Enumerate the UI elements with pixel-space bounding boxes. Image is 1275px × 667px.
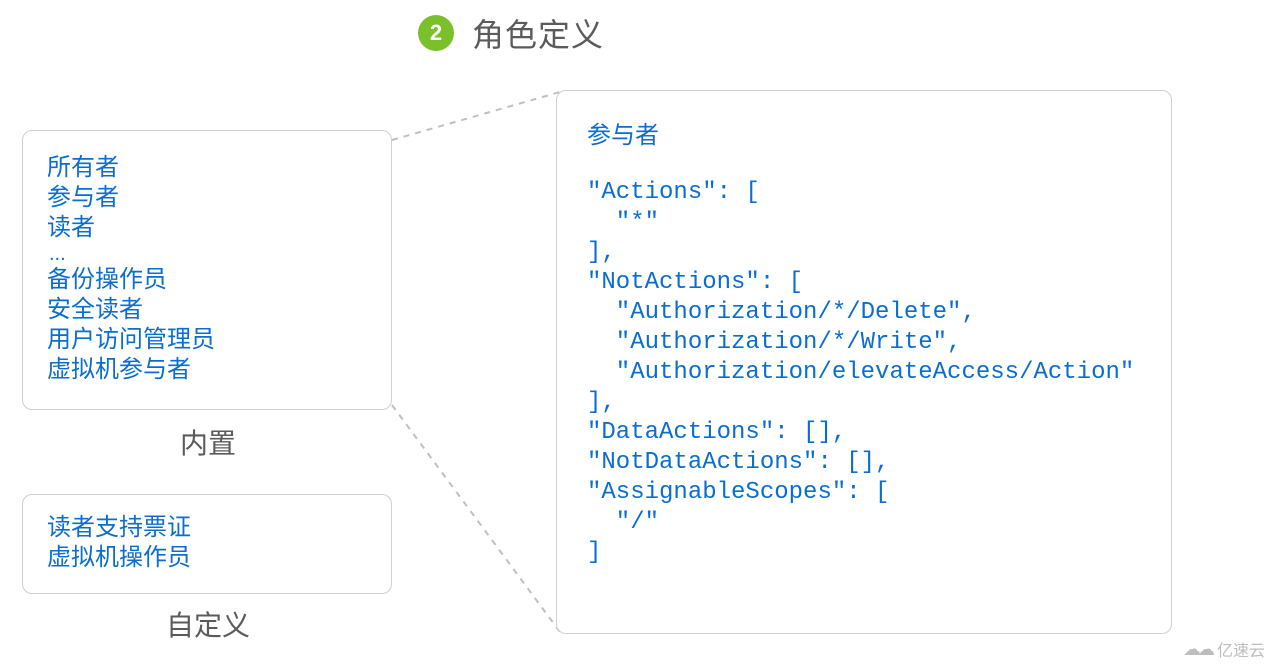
role-item: 备份操作员 xyxy=(47,265,367,295)
role-item: 虚拟机参与者 xyxy=(47,355,367,385)
custom-label: 自定义 xyxy=(166,604,250,644)
role-item: 虚拟机操作员 xyxy=(47,543,367,573)
cloud-icon: ☁☁ xyxy=(1183,639,1211,660)
role-item: 安全读者 xyxy=(47,295,367,325)
role-item: 用户访问管理员 xyxy=(47,325,367,355)
step-badge: 2 xyxy=(418,15,454,51)
role-item: 读者 xyxy=(47,213,367,243)
role-json-code: "Actions": [ "*" ], "NotActions": [ "Aut… xyxy=(587,178,1141,568)
detail-title: 参与者 xyxy=(587,115,1141,150)
watermark-text: 亿速云 xyxy=(1217,637,1265,661)
builtin-label: 内置 xyxy=(180,422,236,462)
custom-roles-box: 读者支持票证 虚拟机操作员 xyxy=(22,494,392,594)
role-item: 参与者 xyxy=(47,183,367,213)
ellipsis: ... xyxy=(47,243,367,265)
diagram-title: 角色定义 xyxy=(472,10,604,56)
builtin-roles-box: 所有者 参与者 读者 ... 备份操作员 安全读者 用户访问管理员 虚拟机参与者 xyxy=(22,130,392,410)
role-item: 读者支持票证 xyxy=(47,513,367,543)
diagram-header: 2 角色定义 xyxy=(418,10,604,56)
role-item: 所有者 xyxy=(47,153,367,183)
role-detail-box: 参与者 "Actions": [ "*" ], "NotActions": [ … xyxy=(556,90,1172,634)
watermark: ☁☁ 亿速云 xyxy=(1183,637,1265,661)
